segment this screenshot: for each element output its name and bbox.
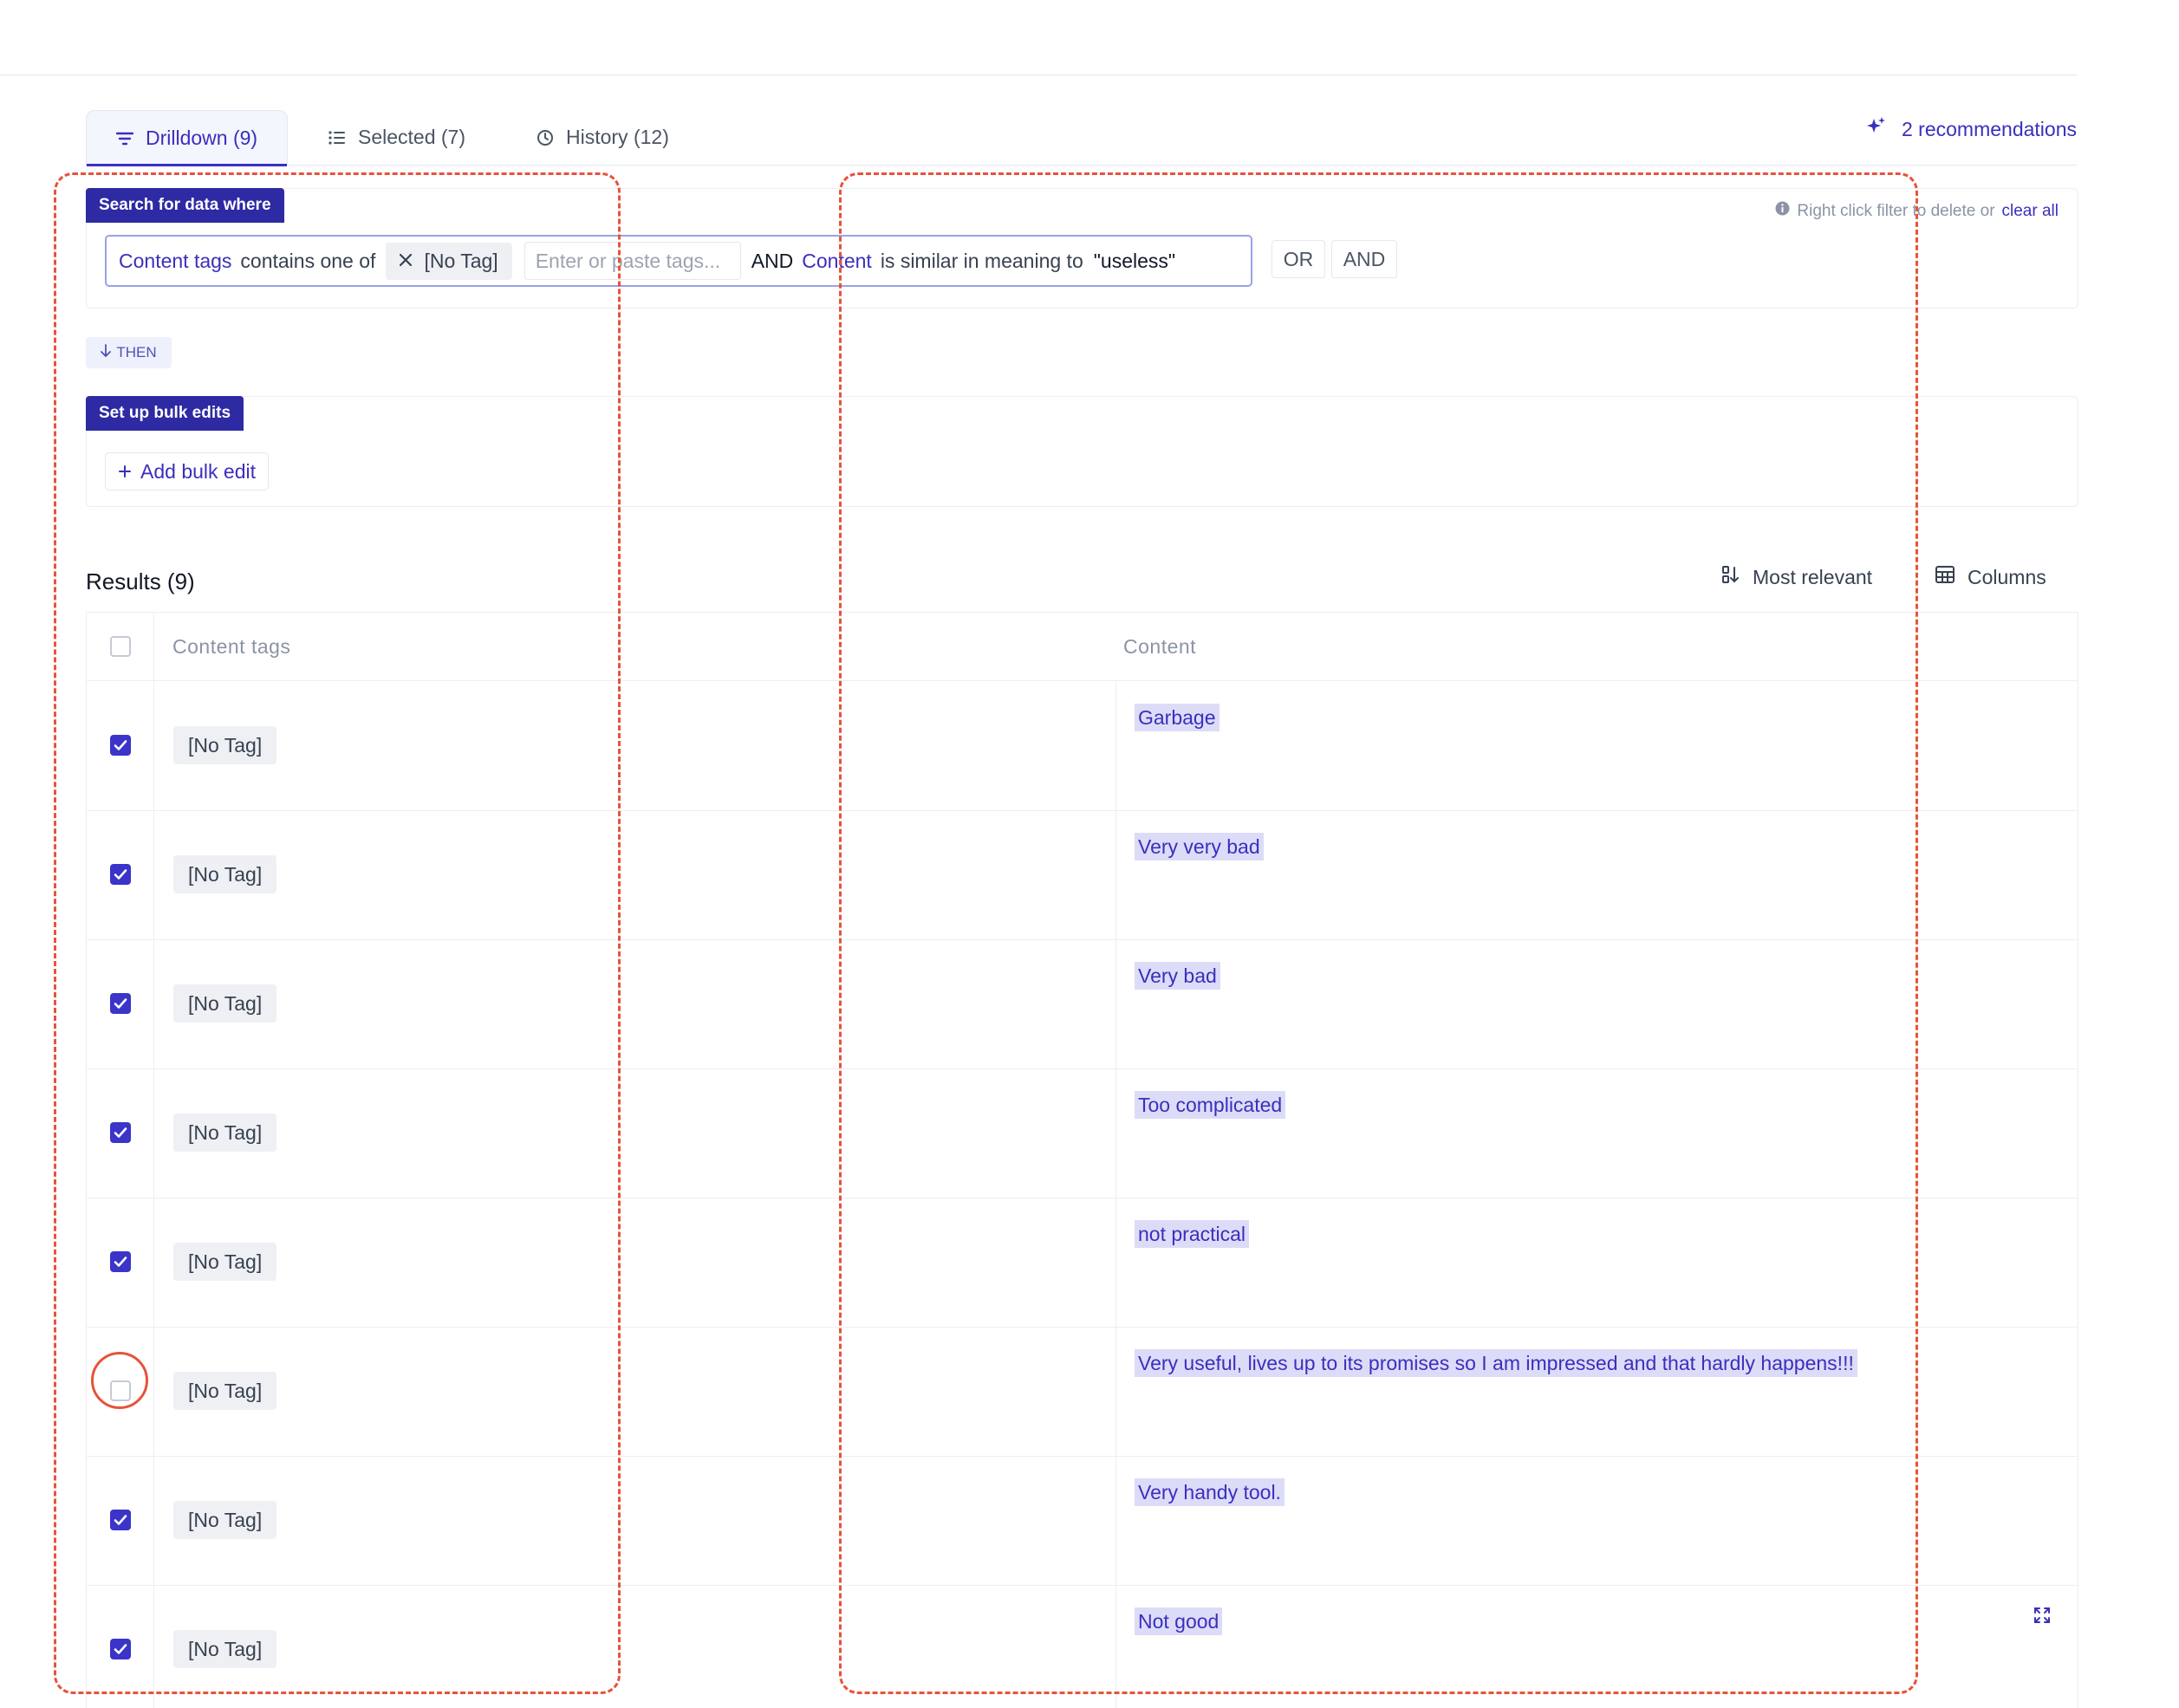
tab-selected[interactable]: Selected (7) — [328, 110, 465, 165]
list-icon — [328, 130, 346, 145]
header-content-tags[interactable]: Content tags — [172, 635, 290, 659]
columns-label: Columns — [1968, 565, 2046, 588]
filter-icon — [116, 131, 133, 146]
tag-chip: [No Tag] — [386, 242, 512, 280]
table-row[interactable]: [No Tag] Garbage — [87, 680, 2078, 811]
row-checkbox[interactable] — [110, 1639, 131, 1659]
close-icon[interactable] — [398, 250, 413, 273]
row-checkbox[interactable] — [110, 735, 131, 756]
add-bulk-edit-label: Add bulk edit — [140, 459, 256, 483]
row-checkbox[interactable] — [110, 1122, 131, 1143]
arrow-down-icon — [101, 343, 112, 362]
row-tag[interactable]: [No Tag] — [173, 1372, 277, 1410]
row-checkbox[interactable] — [110, 864, 131, 885]
row-checkbox[interactable] — [110, 1510, 131, 1530]
filter1-operator[interactable]: contains one of — [240, 250, 375, 273]
row-content[interactable]: Garbage — [1135, 704, 1220, 731]
row-tag[interactable]: [No Tag] — [173, 1114, 277, 1152]
filter2-value[interactable]: "useless" — [1094, 250, 1175, 273]
tab-bar: Drilldown (9) Selected (7) History (12) — [86, 110, 2077, 166]
header-content[interactable]: Content — [1123, 635, 1196, 659]
row-tag[interactable]: [No Tag] — [173, 1243, 277, 1281]
row-checkbox[interactable] — [110, 993, 131, 1014]
tab-drilldown-label: Drilldown (9) — [146, 127, 258, 149]
results-title: Results (9) — [86, 568, 195, 594]
and-button[interactable]: AND — [1331, 240, 1397, 278]
tab-history-label: History (12) — [566, 126, 669, 148]
row-checkbox[interactable] — [110, 1251, 131, 1272]
recommendations-link[interactable]: 2 recommendations — [1865, 116, 2077, 142]
filter-conjunction: AND — [751, 249, 794, 272]
expand-icon[interactable] — [2033, 1607, 2051, 1628]
table-row[interactable]: [No Tag] Very handy tool. — [87, 1455, 2078, 1586]
table-row[interactable]: [No Tag] Very useful, lives up to its pro… — [87, 1326, 2078, 1457]
columns-button[interactable]: Columns — [1935, 565, 2046, 589]
filter-expression[interactable]: Content tags contains one of [No Tag] AN… — [105, 235, 1252, 287]
row-checkbox[interactable] — [110, 1380, 131, 1401]
sort-button[interactable]: Most relevant — [1721, 565, 1872, 589]
tag-chip-label: [No Tag] — [424, 249, 498, 272]
filter1-field[interactable]: Content tags — [119, 250, 231, 273]
table-row[interactable]: [No Tag] not practical — [87, 1197, 2078, 1328]
row-tag[interactable]: [No Tag] — [173, 726, 277, 764]
results-table: Content tags Content [No Tag] Garbage [No … — [86, 612, 2078, 1708]
clear-all-link[interactable]: clear all — [2002, 202, 2059, 221]
filter2-field[interactable]: Content — [802, 250, 872, 273]
or-button[interactable]: OR — [1272, 240, 1325, 278]
row-tag[interactable]: [No Tag] — [173, 1501, 277, 1539]
tab-drilldown[interactable]: Drilldown (9) — [86, 110, 289, 166]
filter-hint: Right click filter to delete or clear al… — [1775, 201, 2059, 221]
sparkle-icon — [1865, 116, 1886, 142]
info-icon — [1775, 201, 1790, 221]
filter2-operator[interactable]: is similar in meaning to — [881, 250, 1083, 273]
row-content[interactable]: Very handy tool. — [1135, 1478, 1285, 1506]
row-content[interactable]: Very bad — [1135, 962, 1220, 990]
sort-label: Most relevant — [1753, 565, 1873, 588]
table-icon — [1935, 565, 1955, 589]
then-label: THEN — [116, 344, 157, 360]
search-panel: Search for data where Right click filter… — [86, 188, 2078, 308]
recommendations-label: 2 recommendations — [1902, 117, 2077, 140]
then-badge: THEN — [86, 337, 172, 368]
sort-icon — [1721, 565, 1740, 589]
select-all-checkbox[interactable] — [110, 636, 131, 657]
bulk-section-label: Set up bulk edits — [86, 396, 244, 431]
table-header: Content tags Content — [87, 613, 2078, 681]
table-row[interactable]: [No Tag] Very bad — [87, 938, 2078, 1069]
table-row[interactable]: [No Tag] Too complicated — [87, 1068, 2078, 1198]
tab-selected-label: Selected (7) — [358, 126, 466, 148]
row-content[interactable]: Not good — [1135, 1607, 1223, 1635]
clock-icon — [537, 129, 554, 146]
search-section-label: Search for data where — [86, 188, 284, 223]
row-tag[interactable]: [No Tag] — [173, 855, 277, 893]
row-content[interactable]: Very useful, lives up to its promises so… — [1135, 1349, 1857, 1377]
row-content[interactable]: Very very bad — [1135, 833, 1264, 860]
plus-icon — [118, 460, 132, 484]
tag-input[interactable] — [524, 242, 741, 280]
add-bulk-edit-button[interactable]: Add bulk edit — [105, 452, 269, 490]
table-row[interactable]: [No Tag] Very very bad — [87, 809, 2078, 940]
hint-text: Right click filter to delete or — [1797, 201, 1995, 220]
bulk-edit-panel: Set up bulk edits Add bulk edit — [86, 396, 2078, 507]
tab-history[interactable]: History (12) — [537, 110, 669, 165]
row-content[interactable]: Too complicated — [1135, 1091, 1286, 1119]
row-tag[interactable]: [No Tag] — [173, 984, 277, 1023]
row-tag[interactable]: [No Tag] — [173, 1630, 277, 1668]
table-row[interactable]: [No Tag] Not good — [87, 1584, 2078, 1708]
row-content[interactable]: not practical — [1135, 1220, 1250, 1248]
